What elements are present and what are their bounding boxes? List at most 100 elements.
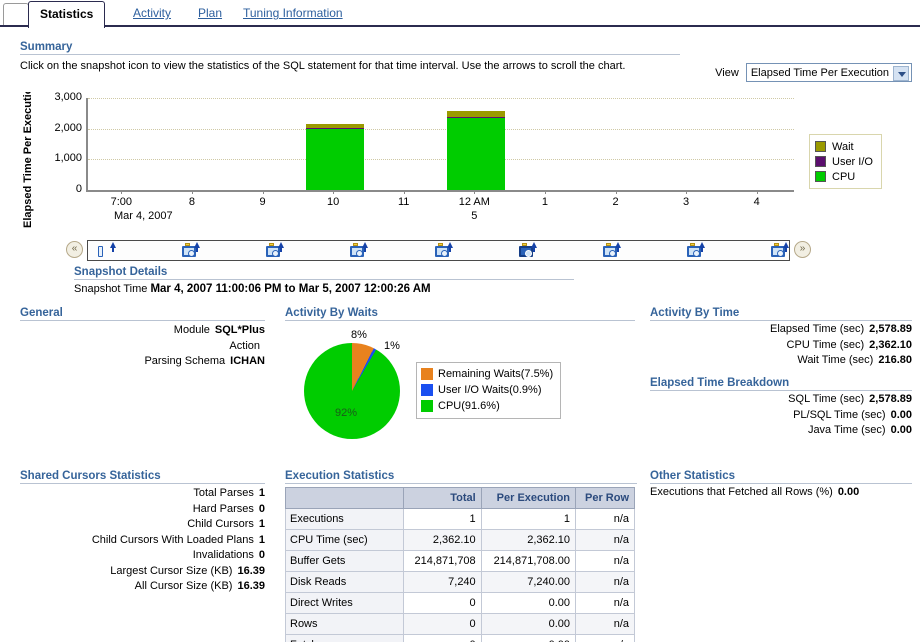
snapshot-arrow-stem xyxy=(364,247,366,252)
activity-by-waits-pie-chart[interactable] xyxy=(304,343,400,439)
snapshot-details-heading: Snapshot Details xyxy=(74,266,574,279)
table-cell: n/a xyxy=(576,509,635,530)
pie-slice-label: 8% xyxy=(351,329,367,341)
elapsed-time-bar-chart[interactable]: Elapsed Time Per Execution 01,0002,0003,… xyxy=(20,94,910,229)
other-statistics-section: Other Statistics Executions that Fetched… xyxy=(650,470,912,501)
stat-row: PL/SQL Time (sec)0.00 xyxy=(650,408,912,424)
legend-swatch xyxy=(815,156,826,167)
stat-label: Action xyxy=(229,339,260,355)
scroll-right-icon[interactable]: » xyxy=(794,241,811,258)
chart-bar[interactable] xyxy=(447,111,505,190)
stat-row: All Cursor Size (KB)16.39 xyxy=(20,579,265,595)
legend-item: User I/O xyxy=(815,154,873,169)
tab-statistics[interactable]: Statistics xyxy=(28,1,105,28)
table-row: Rows00.00n/a xyxy=(286,614,635,635)
snapshot-camera-icon[interactable] xyxy=(687,242,704,258)
stat-value: 0 xyxy=(259,548,265,564)
table-row-label: Rows xyxy=(286,614,404,635)
pie-legend-label: Remaining Waits(7.5%) xyxy=(438,368,553,380)
chart-legend: WaitUser I/OCPU xyxy=(809,134,882,189)
stat-value: 216.80 xyxy=(878,353,912,369)
table-row: Executions11n/a xyxy=(286,509,635,530)
stat-label: CPU Time (sec) xyxy=(787,338,865,354)
tab-tuning[interactable]: Tuning Information xyxy=(232,2,354,26)
chart-x-tick: 4 xyxy=(754,196,760,208)
other-statistics-heading: Other Statistics xyxy=(650,470,912,483)
snapshot-camera-icon[interactable] xyxy=(435,242,452,258)
stat-value: 1 xyxy=(259,517,265,533)
summary-rule xyxy=(20,54,680,55)
table-cell: 1 xyxy=(481,509,575,530)
chart-x-tick: 11 xyxy=(398,196,409,208)
chart-x-tick-mark xyxy=(121,190,122,194)
chart-bar[interactable] xyxy=(306,124,364,190)
activity-by-time-heading: Activity By Time xyxy=(650,307,912,320)
legend-label: CPU xyxy=(832,171,855,183)
table-row: Disk Reads7,2407,240.00n/a xyxy=(286,572,635,593)
snapshot-arrow-stem xyxy=(280,247,282,252)
stat-label: Wait Time (sec) xyxy=(797,353,873,369)
stat-value: 2,578.89 xyxy=(869,322,912,338)
stat-label: SQL Time (sec) xyxy=(788,392,864,408)
table-cell: n/a xyxy=(576,614,635,635)
snapshot-arrow-stem xyxy=(533,247,535,252)
snapshot-camera-icon[interactable] xyxy=(98,242,115,258)
tab-plan[interactable]: Plan xyxy=(187,2,233,26)
stat-label: Child Cursors xyxy=(187,517,254,533)
pie-legend-label: User I/O Waits(0.9%) xyxy=(438,384,542,396)
chevron-down-icon[interactable] xyxy=(893,66,909,81)
table-row: Fetches00.00n/a xyxy=(286,635,635,642)
stat-label: Executions that Fetched all Rows (%) xyxy=(650,485,833,501)
chart-bar-segment xyxy=(447,118,505,190)
snapshot-camera-icon[interactable] xyxy=(519,242,536,258)
view-select-value: Elapsed Time Per Execution xyxy=(751,67,889,79)
snapshot-arrow-stem xyxy=(112,247,114,252)
snapshot-time-label: Snapshot Time xyxy=(74,283,147,295)
stat-row: Largest Cursor Size (KB)16.39 xyxy=(20,564,265,580)
snapshot-camera-icon[interactable] xyxy=(771,242,788,258)
table-cell: 2,362.10 xyxy=(404,530,482,551)
stat-value: 16.39 xyxy=(237,579,265,595)
stat-row: Elapsed Time (sec)2,578.89 xyxy=(650,322,912,338)
summary-section: Summary Click on the snapshot icon to vi… xyxy=(20,41,680,73)
table-cell: n/a xyxy=(576,530,635,551)
chart-x-tick-mark xyxy=(263,190,264,194)
table-column-header xyxy=(286,488,404,509)
chart-bar-segment xyxy=(447,111,505,117)
elapsed-time-breakdown-rule xyxy=(650,390,912,391)
stat-label: Module xyxy=(174,323,210,339)
stat-value: 0.00 xyxy=(838,485,859,501)
snapshot-track[interactable] xyxy=(87,240,790,261)
chart-y-tick: 2,000 xyxy=(22,122,88,134)
pie-legend-swatch xyxy=(421,368,433,380)
execution-statistics-heading: Execution Statistics xyxy=(285,470,637,483)
chart-x-axis-label: Mar 4, 2007 xyxy=(114,210,173,222)
tab-bar: Statistics Activity Plan Tuning Informat… xyxy=(0,0,920,27)
stat-label: Java Time (sec) xyxy=(808,423,886,439)
general-heading: General xyxy=(20,307,265,320)
chart-plot-area: 01,0002,0003,000 xyxy=(86,98,794,192)
snapshot-scroller[interactable]: « » xyxy=(66,240,811,261)
scroll-left-icon[interactable]: « xyxy=(66,241,83,258)
chart-x-tick-mark xyxy=(757,190,758,194)
activity-by-time-rows: Elapsed Time (sec)2,578.89CPU Time (sec)… xyxy=(650,322,912,369)
stat-label: Hard Parses xyxy=(193,502,254,518)
other-statistics-rows: Executions that Fetched all Rows (%) 0.00 xyxy=(650,485,912,501)
stat-row: Child Cursors With Loaded Plans1 xyxy=(20,533,265,549)
table-cell: 0 xyxy=(404,614,482,635)
general-rule xyxy=(20,320,265,321)
view-select[interactable]: Elapsed Time Per Execution xyxy=(746,63,912,82)
chart-gridline xyxy=(88,129,794,130)
snapshot-camera-icon[interactable] xyxy=(350,242,367,258)
pie-legend-item: User I/O Waits(0.9%) xyxy=(421,382,553,398)
chart-x-tick: 3 xyxy=(683,196,689,208)
snapshot-camera-icon[interactable] xyxy=(266,242,283,258)
table-cell: 7,240 xyxy=(404,572,482,593)
snapshot-camera-icon[interactable] xyxy=(603,242,620,258)
stat-row: Action xyxy=(20,339,265,355)
snapshot-camera-icon[interactable] xyxy=(182,242,199,258)
tab-activity[interactable]: Activity xyxy=(122,2,182,26)
table-cell: 7,240.00 xyxy=(481,572,575,593)
snapshot-details-section: Snapshot Details Snapshot Time Mar 4, 20… xyxy=(74,266,574,295)
other-statistics-rule xyxy=(650,483,912,484)
